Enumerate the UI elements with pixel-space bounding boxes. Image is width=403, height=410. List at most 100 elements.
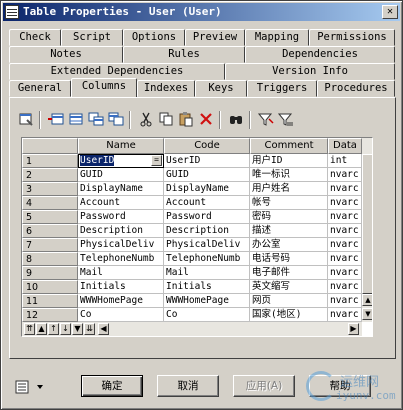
table-row[interactable]: 9 Mail Mail 电子邮件 nvarc [22,266,362,280]
ok-button[interactable]: 确定 [81,375,143,397]
cell-data-type[interactable]: nvarc [328,266,362,280]
last-row-icon[interactable]: ⇊ [84,323,95,335]
header-name[interactable]: Name [78,138,164,154]
sort-icon[interactable] [277,111,295,129]
cell-data-type[interactable]: nvarc [328,294,362,308]
row-number[interactable]: 11 [22,294,78,308]
cancel-button[interactable]: 取消 [157,375,219,397]
row-number[interactable]: 6 [22,224,78,238]
table-row[interactable]: 5 Password Password 密码 nvarc [22,210,362,224]
table-row[interactable]: 11 WWWHomePage WWWHomePage 网页 nvarc [22,294,362,308]
cell-code[interactable]: Co [164,308,250,322]
scroll-left-button[interactable]: ◀ [98,323,109,335]
cell-code[interactable]: PhysicalDeliv [164,238,250,252]
cell-comment[interactable]: 描述 [250,224,328,238]
cut-icon[interactable] [137,111,155,129]
cell-name[interactable]: Initials [78,280,164,294]
cell-data-type[interactable]: int [328,154,362,168]
table-row[interactable]: 10 Initials Initials 英文缩写 nvarc [22,280,362,294]
page-up-icon[interactable]: ▲ [36,323,47,335]
cell-comment[interactable]: 国家(地区) [250,308,328,322]
cell-name[interactable]: Co [78,308,164,322]
tab-permissions[interactable]: Permissions [309,29,395,46]
row-number[interactable]: 1 [22,154,78,168]
cell-code[interactable]: Password [164,210,250,224]
first-row-icon[interactable]: ⇈ [24,323,35,335]
cell-comment[interactable]: 用户ID [250,154,328,168]
scroll-up-button[interactable]: ▲ [362,294,372,306]
page-down-icon[interactable]: ▼ [72,323,83,335]
tab-mapping[interactable]: Mapping [245,29,309,46]
cell-data-type[interactable]: nvarc [328,280,362,294]
table-row[interactable]: 12 Co Co 国家(地区) nvarc [22,308,362,322]
paste-icon[interactable] [177,111,195,129]
cell-name[interactable]: WWWHomePage [78,294,164,308]
row-number[interactable]: 10 [22,280,78,294]
ellipsis-button[interactable]: = [151,155,162,166]
cell-data-type[interactable]: nvarc [328,210,362,224]
prev-row-icon[interactable]: ↑ [48,323,59,335]
table-row[interactable]: 3 DisplayName DisplayName 用户姓名 nvarc [22,182,362,196]
cell-name[interactable]: GUID [78,168,164,182]
columns-grid[interactable]: Name Code Comment Data 1 UserID = UserID 用户I… [21,137,373,337]
cell-code[interactable]: UserID [164,154,250,168]
tab-check[interactable]: Check [9,29,61,46]
tab-triggers[interactable]: Triggers [247,80,317,97]
tab-rules[interactable]: Rules [123,46,245,63]
table-row[interactable]: 6 Description Description 描述 nvarc [22,224,362,238]
row-number[interactable]: 4 [22,196,78,210]
cell-data-type[interactable]: nvarc [328,182,362,196]
cell-name[interactable]: TelephoneNumb [78,252,164,266]
find-icon[interactable] [227,111,245,129]
table-row[interactable]: 8 TelephoneNumb TelephoneNumb 电话号码 nvarc [22,252,362,266]
cell-code[interactable]: GUID [164,168,250,182]
row-number[interactable]: 8 [22,252,78,266]
title-bar[interactable]: Table Properties - User (User) ✕ [3,3,400,21]
cell-data-type[interactable]: nvarc [328,308,362,322]
cell-code[interactable]: Description [164,224,250,238]
header-code[interactable]: Code [164,138,250,154]
header-data-type[interactable]: Data [328,138,362,154]
table-row[interactable]: 1 UserID = UserID 用户ID int [22,154,362,168]
add-columns-icon[interactable] [87,111,105,129]
copy-icon[interactable] [157,111,175,129]
cell-comment[interactable]: 办公室 [250,238,328,252]
cell-data-type[interactable]: nvarc [328,252,362,266]
next-row-icon[interactable]: ↓ [60,323,71,335]
tab-columns[interactable]: Columns [71,78,137,97]
tab-procedures[interactable]: Procedures [317,80,395,97]
cell-code[interactable]: TelephoneNumb [164,252,250,266]
cell-name[interactable]: PhysicalDeliv [78,238,164,252]
table-row[interactable]: 2 GUID GUID 唯一标识 nvarc [22,168,362,182]
cell-comment[interactable]: 密码 [250,210,328,224]
tab-preview[interactable]: Preview [185,29,245,46]
filter-icon[interactable] [257,111,275,129]
add-row-icon[interactable] [67,111,85,129]
cell-code[interactable]: DisplayName [164,182,250,196]
cell-name[interactable]: Account [78,196,164,210]
scroll-right-button[interactable]: ▶ [348,323,359,335]
cell-comment[interactable]: 电子邮件 [250,266,328,280]
delete-icon[interactable] [197,111,215,129]
row-number[interactable]: 5 [22,210,78,224]
tab-dependencies[interactable]: Dependencies [245,46,395,63]
row-number[interactable]: 9 [22,266,78,280]
cell-data-type[interactable]: nvarc [328,196,362,210]
help-button[interactable]: 帮助 [309,375,371,397]
cell-code[interactable]: Mail [164,266,250,280]
header-comment[interactable]: Comment [250,138,328,154]
cell-data-type[interactable]: nvarc [328,238,362,252]
vertical-scrollbar[interactable]: ▲ ▼ [362,138,372,322]
cell-name[interactable]: Description [78,224,164,238]
tab-version-info[interactable]: Version Info [225,63,395,80]
tab-options[interactable]: Options [123,29,185,46]
row-number[interactable]: 7 [22,238,78,252]
tab-general[interactable]: General [9,80,71,97]
cell-name[interactable]: UserID = [78,154,164,168]
cell-data-type[interactable]: nvarc [328,168,362,182]
close-button[interactable]: ✕ [382,5,398,19]
cell-comment[interactable]: 用户姓名 [250,182,328,196]
tab-notes[interactable]: Notes [9,46,123,63]
name-edit-field[interactable]: UserID [80,155,115,166]
properties-icon[interactable] [17,111,35,129]
